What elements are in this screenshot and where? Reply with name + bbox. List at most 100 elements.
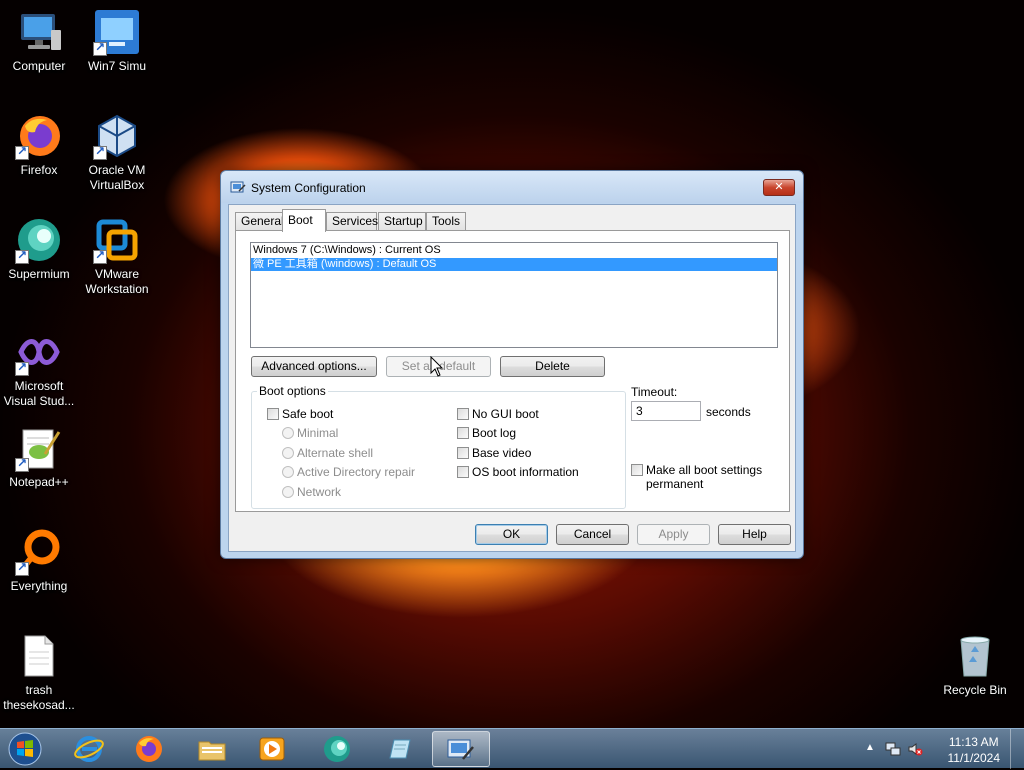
title-bar[interactable]: System Configuration ✕ — [221, 171, 803, 203]
taskbar-file-explorer[interactable] — [185, 731, 239, 767]
system-configuration-icon — [447, 739, 474, 760]
show-hidden-icons-icon[interactable]: ▲ — [865, 742, 875, 753]
vmware-icon — [93, 216, 141, 264]
dialog-client-area: General Boot Services Startup Tools Wind… — [228, 204, 796, 552]
shortcut-arrow-icon — [93, 40, 107, 56]
boot-log-checkbox[interactable]: Boot log — [457, 426, 516, 440]
ad-repair-label: Active Directory repair — [297, 465, 416, 479]
boot-options-title: Boot options — [257, 384, 328, 398]
notepadpp-icon — [15, 424, 63, 472]
close-button[interactable]: ✕ — [763, 179, 795, 196]
cancel-button[interactable]: Cancel — [556, 524, 629, 545]
show-desktop-button[interactable] — [1010, 729, 1024, 769]
shortcut-arrow-icon — [15, 456, 29, 472]
desktop-icon-virtualbox[interactable]: Oracle VM VirtualBox — [78, 112, 156, 193]
virtualbox-icon — [93, 112, 141, 160]
alternate-shell-label: Alternate shell — [297, 446, 374, 460]
os-boot-info-checkbox[interactable]: OS boot information — [457, 465, 579, 479]
everything-icon — [15, 528, 63, 576]
boot-os-list[interactable]: Windows 7 (C:\Windows) : Current OS 微 PE… — [250, 242, 778, 348]
firefox-icon — [136, 736, 162, 762]
make-permanent-checkbox[interactable]: Make all boot settings permanent — [631, 463, 771, 491]
alternate-shell-radio[interactable]: Alternate shell — [282, 446, 373, 460]
taskbar-notepad[interactable] — [372, 731, 426, 767]
network-radio[interactable]: Network — [282, 485, 341, 499]
radio-dot — [282, 486, 294, 498]
desktop-icon-label: Microsoft Visual Stud... — [3, 379, 75, 408]
ad-repair-radio[interactable]: Active Directory repair — [282, 465, 415, 479]
checkbox-box — [457, 466, 469, 478]
os-list-item-selected[interactable]: 微 PE 工具箱 (\windows) : Default OS — [251, 258, 777, 271]
minimal-radio[interactable]: Minimal — [282, 426, 338, 440]
checkbox-box — [457, 408, 469, 420]
timeout-label: Timeout: — [631, 385, 678, 399]
desktop-icon-label: VMware Workstation — [85, 267, 149, 296]
delete-button[interactable]: Delete — [500, 356, 605, 377]
supermium-icon — [15, 216, 63, 264]
start-button[interactable] — [6, 731, 44, 767]
tab-tools[interactable]: Tools — [426, 212, 466, 231]
os-list-item[interactable]: Windows 7 (C:\Windows) : Current OS — [251, 244, 777, 257]
checkbox-box — [267, 408, 279, 420]
desktop-icon-trash-file[interactable]: trash thesekosad... — [0, 632, 78, 713]
checkbox-box — [457, 447, 469, 459]
minimal-label: Minimal — [297, 426, 339, 440]
desktop-icon-notepadpp[interactable]: Notepad++ — [0, 424, 78, 490]
desktop-icon-supermium[interactable]: Supermium — [0, 216, 78, 282]
safe-boot-checkbox[interactable]: Safe boot — [267, 407, 333, 421]
desktop-icon-vmware[interactable]: VMware Workstation — [78, 216, 156, 297]
taskbar-supermium[interactable] — [310, 731, 364, 767]
tab-boot[interactable]: Boot — [282, 209, 326, 232]
network-icon[interactable] — [885, 741, 901, 757]
media-player-icon — [259, 737, 285, 761]
boot-options-group: Boot options Safe boot Minimal Alternate… — [251, 384, 626, 509]
desktop-icon-recycle-bin[interactable]: Recycle Bin — [936, 632, 1014, 698]
file-explorer-icon — [198, 741, 226, 761]
shortcut-arrow-icon — [15, 248, 29, 264]
taskbar-firefox[interactable] — [122, 731, 176, 767]
help-button[interactable]: Help — [718, 524, 791, 545]
desktop-icon-label: trash thesekosad... — [3, 683, 75, 712]
taskbar-internet-explorer[interactable] — [62, 731, 116, 767]
taskbar: ▲ 11:13 AM 11/1/2024 — [0, 728, 1024, 769]
advanced-options-button[interactable]: Advanced options... — [251, 356, 377, 377]
desktop-icon-firefox[interactable]: Firefox — [0, 112, 78, 178]
desktop-icon-everything[interactable]: Everything — [0, 528, 78, 594]
apply-button[interactable]: Apply — [637, 524, 710, 545]
timeout-unit-label: seconds — [706, 405, 751, 419]
internet-explorer-icon — [74, 736, 104, 762]
safe-boot-label: Safe boot — [282, 407, 334, 421]
computer-icon — [15, 8, 63, 56]
win7-simu-icon — [93, 8, 141, 56]
tab-startup[interactable]: Startup — [378, 212, 426, 231]
desktop-icon-win7-simu[interactable]: Win7 Simu — [78, 8, 156, 74]
taskbar-media-player[interactable] — [245, 731, 299, 767]
taskbar-clock[interactable]: 11:13 AM 11/1/2024 — [948, 734, 1001, 766]
ok-button[interactable]: OK — [475, 524, 548, 545]
visual-studio-icon — [15, 328, 63, 376]
os-boot-info-label: OS boot information — [472, 465, 579, 479]
window-title: System Configuration — [251, 181, 366, 195]
desktop-icon-label: Firefox — [20, 163, 58, 177]
volume-muted-icon[interactable] — [907, 741, 923, 757]
no-gui-boot-checkbox[interactable]: No GUI boot — [457, 407, 539, 421]
radio-dot — [282, 466, 294, 478]
tab-services[interactable]: Services — [326, 212, 378, 231]
desktop-icon-label: Recycle Bin — [943, 683, 1007, 697]
desktop-icon-label: Everything — [10, 579, 68, 593]
no-gui-boot-label: No GUI boot — [472, 407, 539, 421]
clock-time: 11:13 AM — [948, 735, 999, 749]
desktop-icon-computer[interactable]: Computer — [0, 8, 78, 74]
recycle-bin-icon — [951, 632, 999, 680]
timeout-input[interactable] — [631, 401, 701, 421]
tab-general[interactable]: General — [235, 212, 284, 231]
base-video-checkbox[interactable]: Base video — [457, 446, 531, 460]
system-tray: ▲ 11:13 AM 11/1/2024 — [859, 729, 1024, 769]
supermium-icon — [324, 736, 350, 762]
shortcut-arrow-icon — [15, 560, 29, 576]
desktop-icon-label: Notepad++ — [9, 475, 69, 489]
desktop-icon-visual-studio[interactable]: Microsoft Visual Stud... — [0, 328, 78, 409]
shortcut-arrow-icon — [15, 144, 29, 160]
system-configuration-window: System Configuration ✕ General Boot Serv… — [220, 170, 804, 559]
taskbar-system-configuration[interactable] — [432, 731, 490, 767]
